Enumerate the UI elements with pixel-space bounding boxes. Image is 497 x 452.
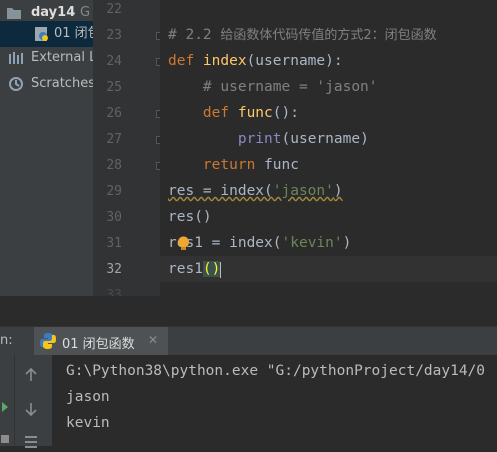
text-caret (220, 262, 221, 278)
lightbulb-icon[interactable] (177, 236, 190, 250)
console-line: jason (66, 389, 110, 405)
arrow-down-icon[interactable] (24, 401, 38, 421)
python-file-icon (34, 26, 50, 42)
run-toolbar (0, 355, 52, 448)
soft-wrap-icon[interactable] (24, 433, 38, 452)
code-line-28: return func (168, 157, 299, 173)
run-toolwindow-header: n: 01 闭包函数 ✕ (0, 326, 497, 355)
tree-item-label: 01 闭包 (54, 26, 93, 41)
line-number: 24 (106, 54, 122, 69)
folder-icon (6, 5, 22, 21)
python-icon (39, 332, 57, 354)
line-number: 30 (106, 210, 122, 225)
scratches-icon (8, 76, 24, 92)
stop-icon[interactable] (0, 431, 10, 450)
code-line-27: print(username) (237, 131, 369, 147)
code-line-26: def func(): (168, 105, 299, 121)
rerun-icon[interactable] (0, 399, 10, 418)
code-line-31: res1 = index('kevin') (168, 235, 352, 251)
line-number: 25 (106, 80, 122, 95)
console-line: kevin (66, 415, 110, 431)
line-number: 29 (106, 184, 122, 199)
line-number: 27 (106, 132, 122, 147)
tree-item-label: Scratches (31, 76, 93, 91)
editor-bottom-space (0, 296, 497, 326)
code-line-30: res() (168, 209, 212, 225)
line-number: 23 (106, 28, 122, 43)
tree-item-file[interactable]: 01 闭包 (0, 21, 93, 47)
code-line-25: # username = 'jason' (168, 79, 378, 95)
console-line: G:\Python38\python.exe "G:/pythonProject… (66, 363, 486, 379)
line-number: 31 (106, 236, 122, 251)
line-number: 22 (106, 2, 122, 17)
run-tab[interactable]: 01 闭包函数 ✕ (34, 327, 168, 355)
close-icon[interactable]: ✕ (148, 333, 158, 347)
line-number: 26 (106, 106, 122, 121)
code-line-32: res1() (168, 261, 221, 277)
project-tree: day14 G 01 闭包 External L Scratches (0, 0, 93, 296)
tree-item-label: External L (31, 50, 93, 65)
library-icon (8, 50, 24, 66)
line-number-current: 32 (106, 262, 122, 277)
tree-item-scratches[interactable]: Scratches (0, 71, 93, 97)
code-line-23: # 2.2 给函数体代码传值的方式2：闭包函数 (168, 27, 437, 43)
line-number-gutter: 22 23 24 25 26 27 28 29 30 31 32 33 (93, 0, 164, 303)
run-tab-label: 01 闭包函数 (62, 337, 135, 352)
tree-item-external-libraries[interactable]: External L (0, 45, 93, 71)
run-console-output[interactable]: G:\Python38\python.exe "G:/pythonProject… (52, 355, 497, 446)
line-number: 28 (106, 158, 122, 173)
arrow-up-icon[interactable] (24, 367, 38, 387)
code-line-29: res = index('jason') (168, 183, 343, 199)
code-line-24: def index(username): (168, 53, 343, 69)
code-editor[interactable]: # 2.2 给函数体代码传值的方式2：闭包函数 def index(userna… (160, 0, 497, 296)
run-label: n: (0, 333, 13, 348)
